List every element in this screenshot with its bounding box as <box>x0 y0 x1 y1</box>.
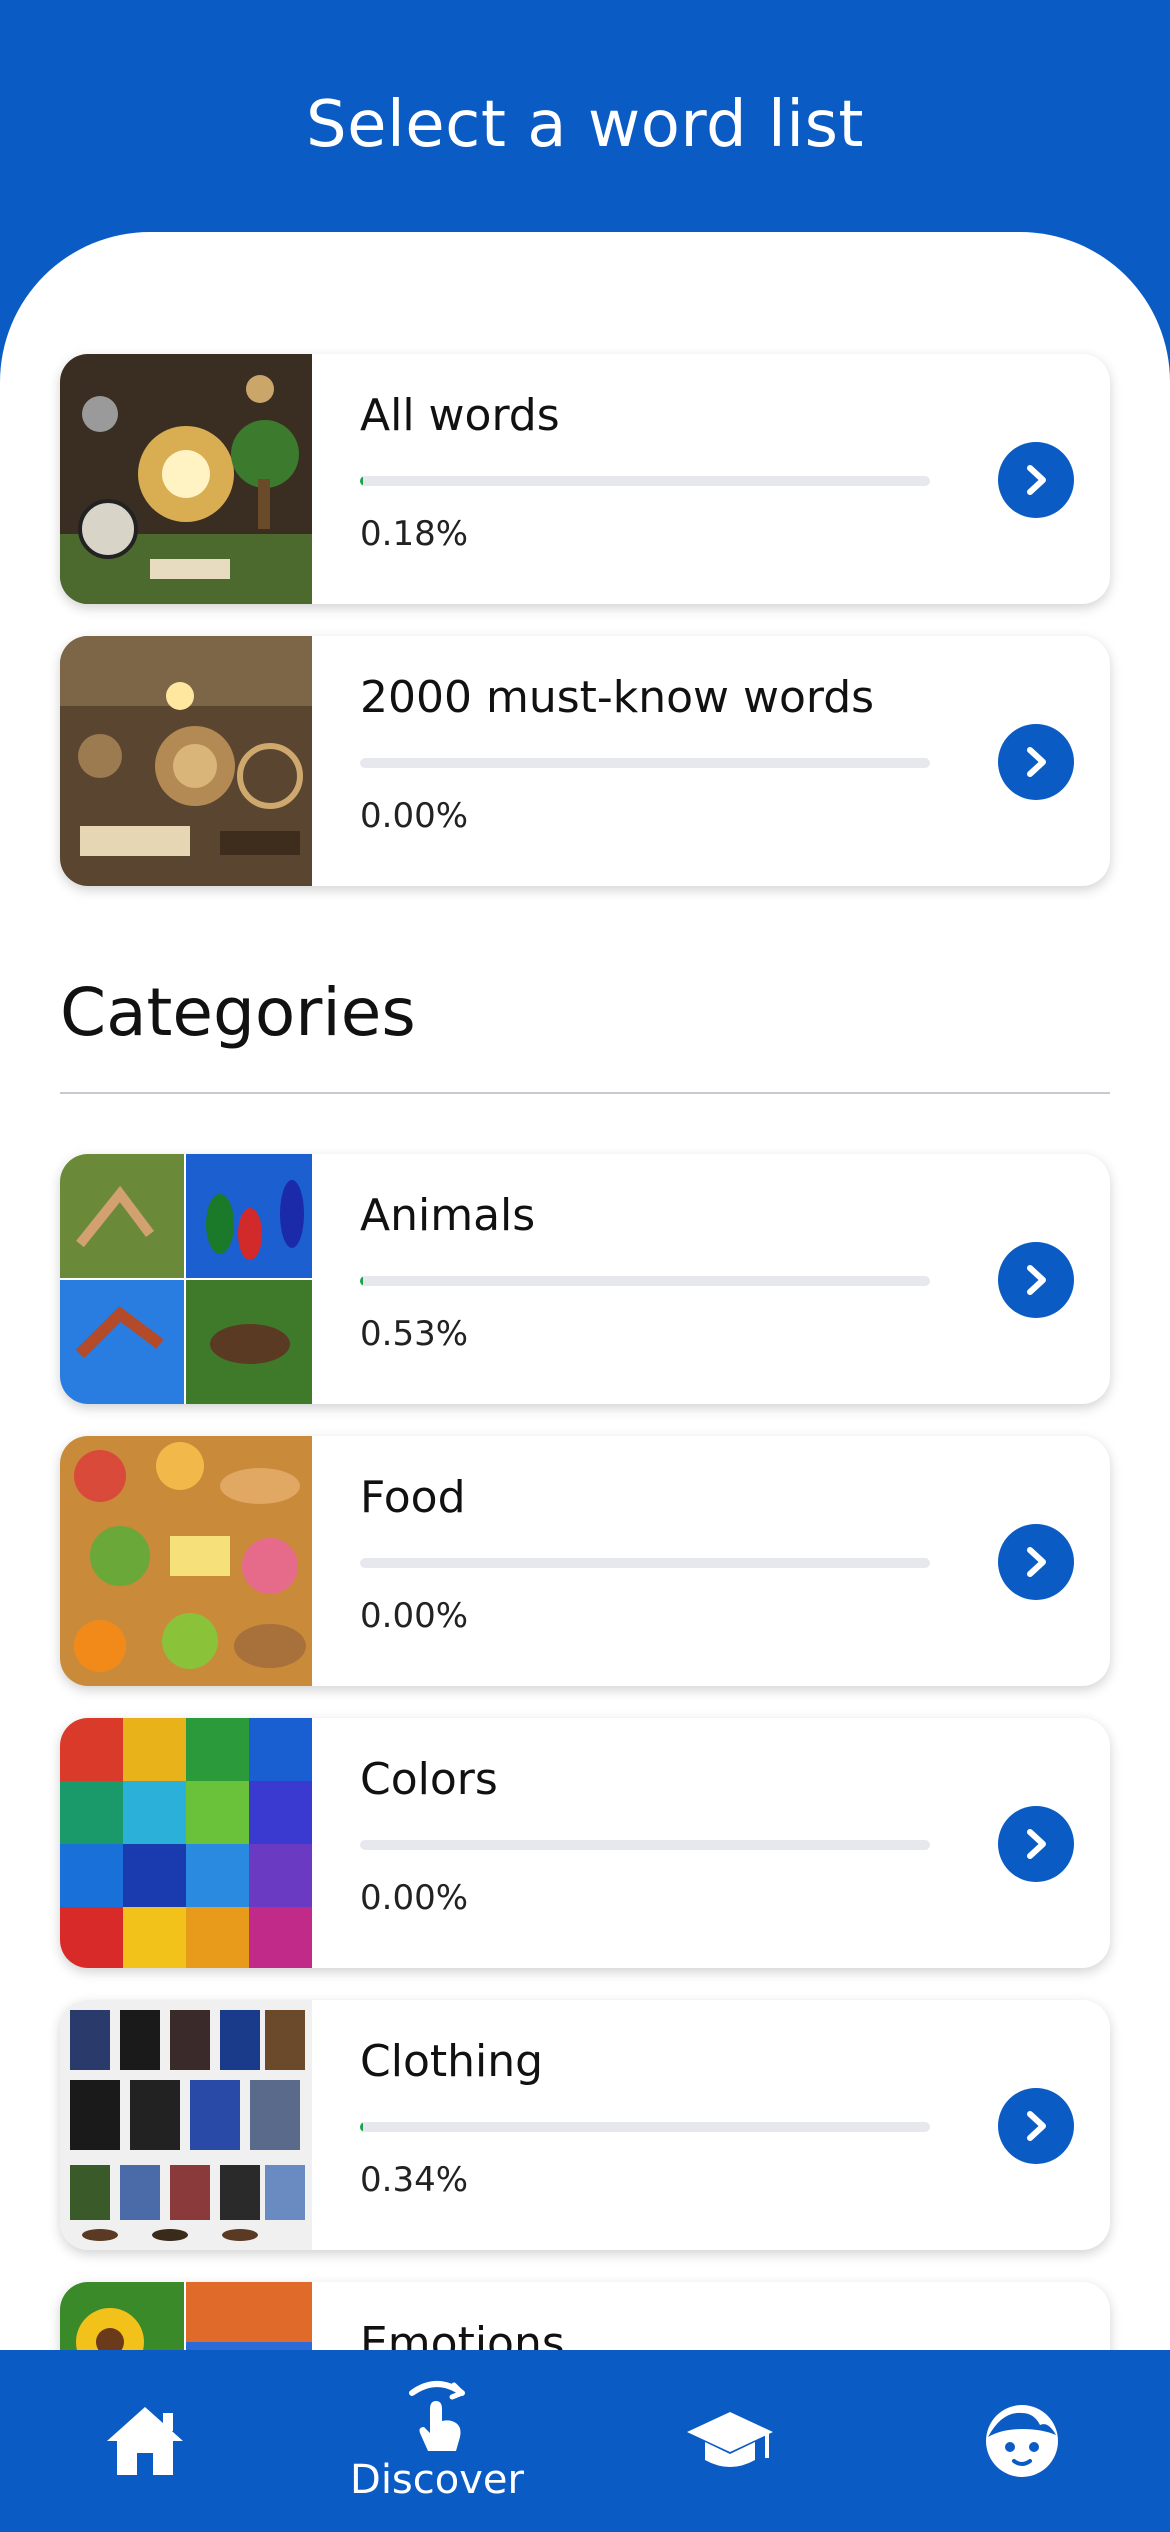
nav-home[interactable] <box>45 2350 245 2532</box>
category-card-animals[interactable]: Animals 0.53% <box>60 1154 1110 1404</box>
progress-percent: 0.53% <box>360 1314 469 1354</box>
progress-percent: 0.00% <box>360 1878 469 1918</box>
progress-bar <box>360 1558 930 1568</box>
progress-percent: 0.00% <box>360 1596 469 1636</box>
progress-fill <box>360 1276 364 1286</box>
nav-discover[interactable]: Discover <box>337 2350 537 2532</box>
home-icon <box>107 2407 183 2475</box>
progress-percent: 0.18% <box>360 514 469 554</box>
card-title: Food <box>360 1472 466 1523</box>
progress-fill <box>360 476 364 486</box>
colors-image <box>60 1718 312 1968</box>
card-title: 2000 must-know words <box>360 672 875 723</box>
progress-bar <box>360 1276 930 1286</box>
nav-profile[interactable] <box>922 2350 1122 2532</box>
progress-bar <box>360 1840 930 1850</box>
card-title: Clothing <box>360 2036 544 2087</box>
content-sheet: All words 0.18% 2000 must-know words 0.0… <box>0 232 1170 2532</box>
progress-percent: 0.34% <box>360 2160 469 2200</box>
card-title: Colors <box>360 1754 498 1805</box>
nav-learn[interactable] <box>630 2350 830 2532</box>
animals-image <box>60 1154 312 1404</box>
graduation-cap-icon <box>687 2412 773 2467</box>
category-card-colors[interactable]: Colors 0.00% <box>60 1718 1110 1968</box>
header: Select a word list <box>0 0 1170 260</box>
food-image <box>60 1436 312 1686</box>
progress-bar <box>360 758 930 768</box>
word-list-card-all-words[interactable]: All words 0.18% <box>60 354 1110 604</box>
chevron-right-icon <box>1027 2111 1046 2141</box>
bottom-nav: Discover <box>0 2350 1170 2532</box>
card-title: Animals <box>360 1190 536 1241</box>
progress-percent: 0.00% <box>360 796 469 836</box>
progress-fill <box>360 2122 364 2132</box>
open-list-button[interactable] <box>998 442 1074 518</box>
chevron-right-icon <box>1027 465 1046 495</box>
open-list-button[interactable] <box>998 1242 1074 1318</box>
all-words-image <box>60 354 312 604</box>
open-list-button[interactable] <box>998 1806 1074 1882</box>
open-list-button[interactable] <box>998 1524 1074 1600</box>
open-list-button[interactable] <box>998 2088 1074 2164</box>
progress-bar <box>360 2122 930 2132</box>
chevron-right-icon <box>1027 747 1046 777</box>
progress-bar <box>360 476 930 486</box>
category-card-food[interactable]: Food 0.00% <box>60 1436 1110 1686</box>
must-know-image <box>60 636 312 886</box>
chevron-right-icon <box>1027 1547 1046 1577</box>
word-list-card-must-know[interactable]: 2000 must-know words 0.00% <box>60 636 1110 886</box>
open-list-button[interactable] <box>998 724 1074 800</box>
section-title: Categories <box>60 974 416 1051</box>
chevron-right-icon <box>1027 1265 1046 1295</box>
divider <box>60 1092 1110 1094</box>
category-card-clothing[interactable]: Clothing 0.34% <box>60 2000 1110 2250</box>
page-title: Select a word list <box>306 88 864 162</box>
clothing-image <box>60 2000 312 2250</box>
chevron-right-icon <box>1027 1829 1046 1859</box>
discover-icon <box>409 2381 465 2451</box>
profile-face-icon <box>986 2405 1058 2477</box>
card-title: All words <box>360 390 560 441</box>
nav-discover-label: Discover <box>350 2457 524 2503</box>
